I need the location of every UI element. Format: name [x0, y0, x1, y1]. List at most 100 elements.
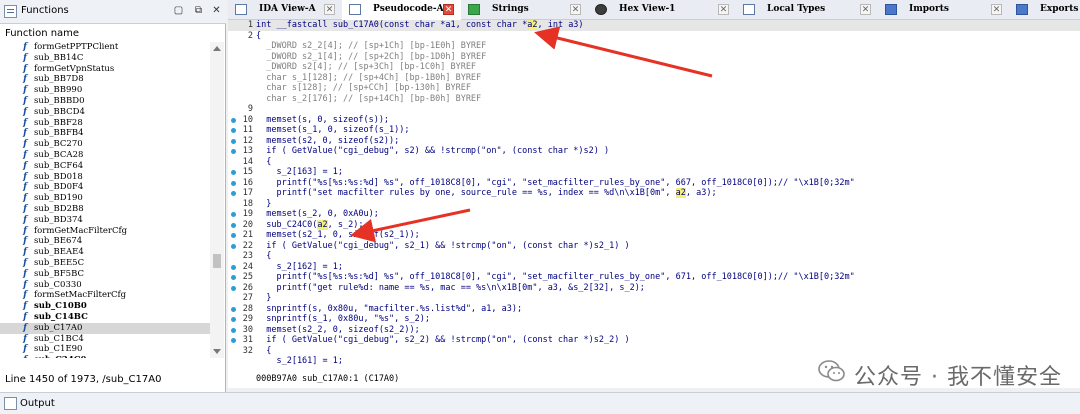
code-line[interactable]: 22 if ( GetValue("cgi_debug", s2_1) && !… [228, 241, 1080, 252]
code-line[interactable]: 23 { [228, 251, 1080, 262]
function-list-item[interactable]: f sub_BD190 [0, 193, 210, 204]
function-list-item[interactable]: f sub_BE674 [0, 236, 210, 247]
function-list-item[interactable]: f sub_C10B0 [0, 301, 210, 312]
function-icon: f [23, 279, 27, 290]
code-line[interactable]: 31 if ( GetValue("cgi_debug", s2_2) && !… [228, 335, 1080, 346]
code-line[interactable]: 32 { [228, 346, 1080, 357]
tab-close-icon[interactable]: ✕ [991, 4, 1002, 15]
code-line[interactable]: 1 int __fastcall sub_C17A0(const char *a1… [228, 20, 1080, 31]
function-list-scrollbar[interactable] [210, 42, 224, 358]
output-label[interactable]: Output [20, 398, 55, 409]
function-list-item[interactable]: f sub_C1E90 [0, 344, 210, 355]
scroll-thumb[interactable] [213, 254, 221, 268]
code-line[interactable]: 24 s_2[162] = 1; [228, 262, 1080, 273]
code-line[interactable]: 28 snprintf(s, 0x80u, "macfilter.%s.list… [228, 304, 1080, 315]
function-icon: f [23, 225, 27, 236]
function-list-item[interactable]: f sub_BB7D8 [0, 74, 210, 85]
function-name: formGetPPTPClient [34, 42, 119, 52]
tab-close-icon[interactable]: ✕ [860, 4, 871, 15]
function-list-item[interactable]: f sub_C0330 [0, 280, 210, 291]
code-line[interactable]: 2{ [228, 31, 1080, 42]
function-icon: f [23, 128, 27, 139]
code-line[interactable]: 21 memset(s2_1, 0, sizeof(s2_1)); [228, 230, 1080, 241]
hex-view-icon [595, 4, 607, 15]
function-list-item[interactable]: f sub_BCA28 [0, 150, 210, 161]
function-list-item[interactable]: f formGetVpnStatus [0, 64, 210, 75]
function-list-item[interactable]: f sub_BD0F4 [0, 182, 210, 193]
code-line[interactable]: _DWORD s2_1[4]; // [sp+2Ch] [bp-1D0h] BY… [228, 52, 1080, 63]
pseudocode-view[interactable]: 1 int __fastcall sub_C17A0(const char *a1… [228, 20, 1080, 388]
close-icon[interactable]: ✕ [210, 5, 223, 18]
code-line[interactable]: 16 printf("%s[%s:%s:%d] %s", off_1018C8[… [228, 178, 1080, 189]
line-number: 23 [242, 251, 253, 261]
float-icon[interactable]: ⧉ [192, 5, 205, 18]
function-name: sub_BBCD4 [34, 106, 85, 117]
function-list-item[interactable]: f sub_BBCD4 [0, 107, 210, 118]
output-bar[interactable]: Output [0, 392, 1080, 414]
function-list-item[interactable]: f sub_C14BC [0, 312, 210, 323]
function-list-item[interactable]: f sub_BD2B8 [0, 204, 210, 215]
tab-label: IDA View-A [259, 4, 316, 14]
code-line[interactable]: _DWORD s2_2[4]; // [sp+1Ch] [bp-1E0h] BY… [228, 41, 1080, 52]
function-list-item[interactable]: f sub_BBBD0 [0, 96, 210, 107]
tab-hex-view-1[interactable]: Hex View-1 ✕ [588, 0, 736, 20]
code-line[interactable]: 13 if ( GetValue("cgi_debug", s2) && !st… [228, 146, 1080, 157]
tab-local-types[interactable]: Local Types ✕ [736, 0, 878, 20]
code-line[interactable]: 27 } [228, 293, 1080, 304]
scroll-up-icon[interactable] [213, 46, 221, 51]
tab-close-icon[interactable]: ✕ [570, 4, 581, 15]
tab-label: Exports [1040, 4, 1079, 14]
function-list-item[interactable]: f sub_BEE5C [0, 258, 210, 269]
tab-pseudocode-a[interactable]: Pseudocode-A ✕ [342, 0, 461, 20]
code-line[interactable]: 9 [228, 104, 1080, 115]
code-line[interactable]: 29 snprintf(s_1, 0x80u, "%s", s_2); [228, 314, 1080, 325]
code-line[interactable]: char s[128]; // [sp+CCh] [bp-130h] BYREF [228, 83, 1080, 94]
function-list-item[interactable]: f sub_BF5BC [0, 269, 210, 280]
line-number: 26 [242, 282, 253, 293]
code-line[interactable]: 11 memset(s_1, 0, sizeof(s_1)); [228, 125, 1080, 136]
tab-ida-view-a[interactable]: IDA View-A ✕ [228, 0, 342, 20]
code-line[interactable]: 15 s_2[163] = 1; [228, 167, 1080, 178]
function-list-item[interactable]: f sub_BC270 [0, 139, 210, 150]
tab-imports[interactable]: Imports ✕ [878, 0, 1009, 20]
function-list-item[interactable]: f formSetMacFilterCfg [0, 290, 210, 301]
code-line[interactable]: char s_1[128]; // [sp+4Ch] [bp-1B0h] BYR… [228, 73, 1080, 84]
tab-close-icon[interactable]: ✕ [718, 4, 729, 15]
code-line[interactable]: 19 memset(s_2, 0, 0xA0u); [228, 209, 1080, 220]
code-line[interactable]: 14 { [228, 157, 1080, 168]
code-line[interactable]: 12 memset(s2, 0, sizeof(s2)); [228, 136, 1080, 147]
scroll-down-icon[interactable] [213, 349, 221, 354]
function-list-item[interactable]: f sub_BD374 [0, 215, 210, 226]
function-list-item[interactable]: f sub_BD018 [0, 172, 210, 183]
function-list-item[interactable]: f sub_BB14C [0, 53, 210, 64]
code-line[interactable]: 10 memset(s, 0, sizeof(s)); [228, 115, 1080, 126]
code-line[interactable]: char s_2[176]; // [sp+14Ch] [bp-B0h] BYR… [228, 94, 1080, 105]
function-list-item[interactable]: f sub_C24C0 [0, 355, 210, 358]
code-text: sub_C24C0(a2, s_2); [256, 219, 364, 231]
tab-exports[interactable]: Exports [1009, 0, 1080, 20]
code-text: snprintf(s_1, 0x80u, "%s", s_2); [256, 314, 430, 324]
code-text: s_2[161] = 1; [256, 356, 343, 366]
function-list-item[interactable]: f sub_C1BC4 [0, 334, 210, 345]
code-line[interactable]: 26 printf("get rule%d: name == %s, mac =… [228, 283, 1080, 294]
code-line[interactable]: 25 printf("%s[%s:%s:%d] %s", off_1018C8[… [228, 272, 1080, 283]
function-list-item[interactable]: f sub_BB990 [0, 85, 210, 96]
function-list-item[interactable]: f formGetMacFilterCfg [0, 226, 210, 237]
function-list-item[interactable]: f sub_BBF28 [0, 118, 210, 129]
tab-close-icon[interactable]: ✕ [443, 4, 454, 15]
maximize-icon[interactable]: ▢ [172, 5, 185, 18]
code-line[interactable]: 18 } [228, 199, 1080, 210]
code-line[interactable]: 17 printf("set macfilter rules by one, s… [228, 188, 1080, 199]
function-list-item[interactable]: f sub_BCF64 [0, 161, 210, 172]
tab-strings[interactable]: Strings ✕ [461, 0, 588, 20]
function-list-item[interactable]: f formGetPPTPClient [0, 42, 210, 53]
function-name-column-header[interactable]: Function name [0, 26, 226, 42]
function-list-item[interactable]: f sub_BBFB4 [0, 128, 210, 139]
function-list-item[interactable]: f sub_C17A0 [0, 322, 210, 334]
code-line[interactable]: _DWORD s2[4]; // [sp+3Ch] [bp-1C0h] BYRE… [228, 62, 1080, 73]
code-line[interactable]: 30 memset(s2_2, 0, sizeof(s2_2)); [228, 325, 1080, 336]
code-line[interactable]: 20 sub_C24C0(a2, s_2); [228, 219, 1080, 231]
function-list-item[interactable]: f sub_BEAE4 [0, 247, 210, 258]
function-icon: f [23, 236, 27, 247]
tab-close-icon[interactable]: ✕ [324, 4, 335, 15]
